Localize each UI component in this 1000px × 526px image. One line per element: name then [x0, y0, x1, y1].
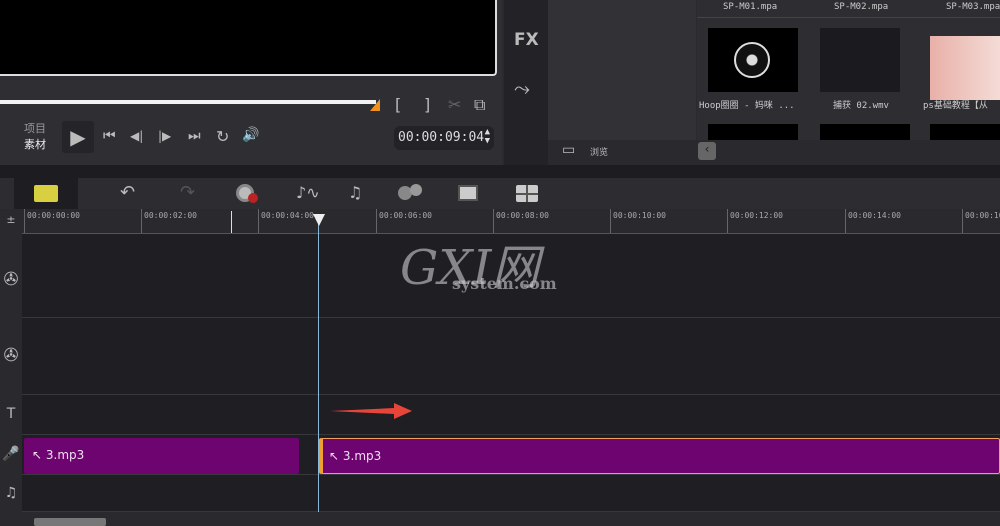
timeline-scrollbar[interactable] — [0, 512, 1000, 526]
timeline-toolbar: ↶ ↷ ♪∿ ♫ — [0, 178, 1000, 209]
volume-button[interactable]: 🔊 — [242, 127, 259, 143]
mode-clip[interactable]: 素材 — [24, 137, 46, 153]
track-headers: ± ✇ ✇ T 🎤 ♫ — [0, 209, 22, 512]
ruler-tick: 00:00:12:00 — [727, 209, 783, 233]
library-item-label[interactable]: Hoop圈圈 - 妈咪 ... — [699, 98, 795, 111]
microphone-icon: ↖ — [32, 448, 46, 462]
timecode-field[interactable]: 00:00:09:04 ▲ ▼ — [394, 126, 494, 150]
play-icon: ▶ — [70, 125, 86, 149]
library-item-label[interactable]: SP-M01.mpa — [723, 2, 777, 12]
mode-project[interactable]: 项目 — [24, 121, 46, 137]
scrub-progress — [0, 100, 377, 104]
library-category-bar: FX ⤳ — [504, 0, 548, 165]
title-track-icon[interactable]: T — [0, 406, 22, 422]
ruler-tick: 00:00:16 — [962, 209, 1000, 233]
audio-clip[interactable]: ↖ 3.mp3 — [24, 438, 299, 474]
timecode-stepper-icon[interactable]: ▲ ▼ — [485, 128, 490, 146]
library-thumbnails: SP-M01.mpa SP-M02.mpa SP-M03.mpa Hoop圈圈 … — [697, 0, 1000, 140]
playhead-handle[interactable] — [313, 214, 325, 226]
mark-line — [231, 211, 232, 233]
library-item-label[interactable]: 捕获 02.wmv — [833, 98, 889, 111]
browse-icon[interactable]: ▭ — [562, 142, 575, 158]
library-item-label[interactable]: SP-M03.mpa — [946, 2, 1000, 12]
library-item-label[interactable]: ps基础教程【从 — [923, 98, 988, 111]
overlay-track[interactable] — [22, 318, 1000, 395]
copy-button[interactable]: ⧉ — [474, 95, 485, 115]
microphone-icon: ↖ — [329, 449, 343, 463]
clip-label: 3.mp3 — [45, 448, 85, 462]
play-button[interactable]: ▶ — [62, 121, 94, 153]
previous-frame-button[interactable]: ◀| — [130, 129, 143, 143]
preview-panel: [ ] ✂ ⧉ 项目 素材 ▶ ⏮ ◀| |▶ ⏭ ↻ 🔊 00:00:09:0… — [0, 0, 502, 165]
library-item-label[interactable]: SP-M02.mpa — [834, 2, 888, 12]
ruler-tick: 00:00:10:00 — [610, 209, 666, 233]
watermark-site: system.com — [452, 274, 557, 293]
ruler-tick: 00:00:14:00 — [845, 209, 901, 233]
fx-filter-button[interactable]: FX — [514, 30, 539, 50]
timecode-value: 00:00:09:04 — [398, 130, 485, 145]
ruler-tick: 00:00:00:00 — [24, 209, 80, 233]
cut-button[interactable]: ✂ — [448, 95, 461, 114]
collapse-library-button[interactable]: ‹ — [698, 142, 716, 160]
clip-label: 3.mp3 — [342, 449, 382, 463]
title-track[interactable] — [22, 395, 1000, 435]
scrollbar-thumb[interactable] — [34, 518, 106, 526]
storyboard-icon[interactable] — [34, 185, 58, 202]
overlay-track-icon[interactable]: ✇ — [0, 345, 22, 366]
library-thumb-image[interactable] — [930, 36, 1000, 100]
next-frame-button[interactable]: |▶ — [158, 129, 171, 143]
undo-icon[interactable]: ↶ — [120, 182, 135, 203]
mark-in-button[interactable]: [ — [395, 95, 401, 114]
ruler-tick: 00:00:04:00 — [258, 209, 314, 233]
divider — [0, 165, 1000, 178]
library-thumb-audio[interactable] — [708, 28, 798, 92]
multi-camera-icon[interactable] — [516, 185, 538, 202]
auto-music-icon[interactable]: ♫ — [348, 183, 362, 202]
mode-switch[interactable]: 项目 素材 — [24, 121, 46, 153]
music-track-icon[interactable]: ♫ — [0, 485, 22, 501]
audio-clip-selected[interactable]: ↖ 3.mp3 — [319, 438, 1000, 474]
browse-button[interactable]: 浏览 — [590, 145, 608, 158]
voice-track-icon[interactable]: 🎤 — [0, 446, 22, 462]
scrub-handle[interactable] — [370, 99, 380, 111]
zoom-in-icon[interactable]: ± — [0, 213, 22, 226]
go-start-button[interactable]: ⏮ — [103, 128, 116, 144]
voice-track[interactable]: ↖ 3.mp3 ↖ 3.mp3 — [22, 435, 1000, 475]
video-track-icon[interactable]: ✇ — [0, 269, 22, 290]
go-end-button[interactable]: ⏭ — [188, 128, 201, 144]
red-arrow-annotation — [330, 403, 412, 419]
repeat-button[interactable]: ↻ — [216, 127, 229, 146]
redo-icon[interactable]: ↷ — [180, 182, 195, 203]
video-preview — [0, 0, 497, 76]
library-footer: ▭ 浏览 ‹ — [548, 140, 1000, 165]
ruler-tick: 00:00:02:00 — [141, 209, 197, 233]
playhead-line — [318, 224, 319, 512]
library-thumb-video[interactable] — [820, 28, 900, 92]
music-disc-icon — [734, 42, 770, 78]
music-track[interactable] — [22, 475, 1000, 512]
sound-mixer-icon[interactable]: ♪∿ — [296, 183, 320, 202]
mark-out-button[interactable]: ] — [424, 95, 430, 114]
subtitle-icon[interactable] — [458, 185, 478, 201]
path-motion-button[interactable]: ⤳ — [514, 76, 530, 100]
